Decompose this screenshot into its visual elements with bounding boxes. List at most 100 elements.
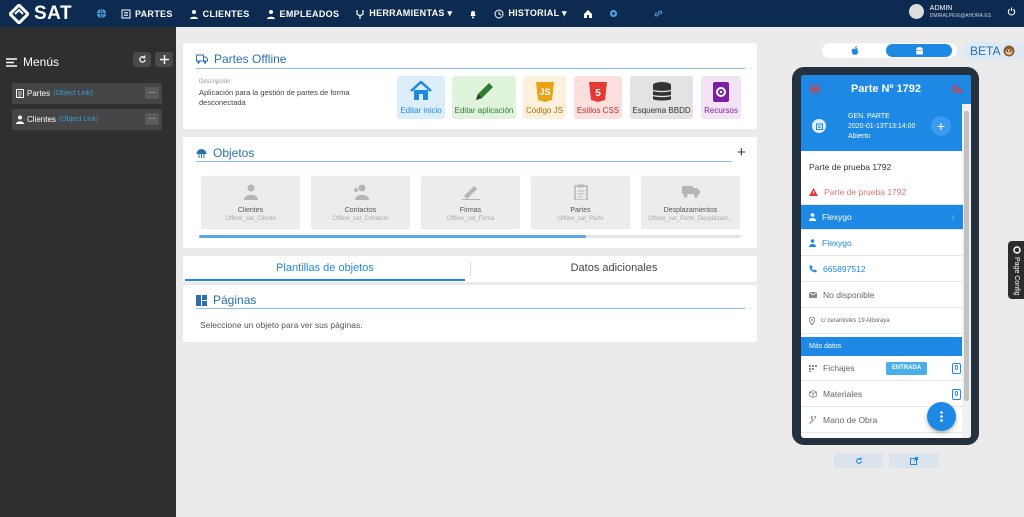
object-card-clientes[interactable]: Clientes Offline_sat_Cliente xyxy=(201,176,300,229)
description-label: Descripción xyxy=(199,79,231,85)
objects-scrollbar-track[interactable] xyxy=(199,235,741,238)
app-logo[interactable]: SAT xyxy=(9,3,72,25)
nav-empleados[interactable]: EMPLEADOS xyxy=(266,9,340,19)
more-options-button[interactable]: ... xyxy=(145,86,159,99)
add-object-button[interactable]: + xyxy=(737,145,746,160)
object-link[interactable]: (Object Link) xyxy=(53,90,93,97)
calendar-icon xyxy=(812,119,826,133)
resources-tile[interactable]: Recursos xyxy=(701,76,741,119)
globe-icon[interactable] xyxy=(96,8,107,19)
settings-icon[interactable] xyxy=(609,9,618,18)
client-row-selected[interactable]: Flexygo › xyxy=(801,205,963,230)
history-icon xyxy=(494,9,504,18)
pages-title: Páginas xyxy=(196,293,256,307)
object-link[interactable]: (Object Link) xyxy=(59,116,99,123)
link-icon[interactable] xyxy=(654,9,663,18)
app-card-title: Partes Offline xyxy=(196,52,286,66)
tile-label: Editar inicio xyxy=(400,106,442,115)
ios-platform-button[interactable] xyxy=(824,44,885,57)
materiales-label: Materiales xyxy=(823,389,863,399)
address-value: c/ ceramistes 19 Alboraya xyxy=(821,318,890,324)
logo-text: SAT xyxy=(34,3,73,24)
tab-templates[interactable]: Plantillas de objetos xyxy=(185,256,465,281)
nav-home[interactable] xyxy=(583,9,593,19)
nav-clientes[interactable]: CLIENTES xyxy=(189,9,250,19)
objects-scrollbar-thumb[interactable] xyxy=(199,235,586,238)
email-row[interactable]: No disponible xyxy=(801,283,963,308)
add-fab[interactable]: + xyxy=(931,116,951,136)
nav-herramientas[interactable]: HERRAMIENTAS ▾ xyxy=(355,8,452,19)
object-card-firmas[interactable]: Firmas Offline_sat_Firma xyxy=(421,176,520,229)
phone-title: Parte Nº 1792 xyxy=(850,83,922,95)
top-navbar: SAT PARTES CLIENTES EMPLEADOS HERRAMIENT… xyxy=(0,0,1024,27)
phone-scrollbar-track[interactable] xyxy=(962,104,971,438)
gear-file-icon xyxy=(712,81,730,105)
page-config-tab[interactable]: Page Config xyxy=(1008,241,1024,299)
back-icon[interactable] xyxy=(951,84,962,94)
edit-home-tile[interactable]: Editar inicio xyxy=(397,76,445,119)
truck-icon xyxy=(196,54,208,64)
power-icon[interactable] xyxy=(1007,7,1016,16)
warning-row: Parte de prueba 1792 xyxy=(801,180,963,205)
user-icon xyxy=(243,184,258,200)
android-icon xyxy=(915,47,923,55)
description-row: Parte de prueba 1792 xyxy=(801,154,963,180)
user-email: DMIRALPEIX@AHORA.ES xyxy=(929,12,991,19)
wrench-icon xyxy=(809,416,817,424)
map-pin-icon xyxy=(809,317,815,325)
sidebar-item-clientes[interactable]: Clientes (Object Link) ... xyxy=(12,109,162,130)
more-actions-fab[interactable] xyxy=(927,402,956,431)
phone-row[interactable]: 665897512 xyxy=(801,257,963,282)
nav-historial[interactable]: HISTORIAL ▾ xyxy=(494,8,567,19)
grid-dots-icon xyxy=(809,364,817,372)
open-external-button[interactable] xyxy=(889,453,939,468)
user-tie-icon xyxy=(266,9,275,19)
menu-icon xyxy=(6,57,17,67)
more-options-button[interactable]: ... xyxy=(145,112,159,125)
gen-label: GEN. PARTE xyxy=(848,113,890,120)
user-menu[interactable]: ADMIN DMIRALPEIX@AHORA.ES xyxy=(908,4,1016,19)
object-card-partes[interactable]: Partes Offline_sat_Parte xyxy=(531,176,630,229)
sidebar-item-label: Partes xyxy=(27,89,51,98)
umbrella-icon xyxy=(196,148,207,158)
fichajes-label: Fichajes xyxy=(823,363,855,373)
apple-icon xyxy=(851,46,858,55)
contact-row[interactable]: Flexygo xyxy=(801,231,963,256)
object-card-desplazamientos[interactable]: Desplazamientos Offline_sat_Parte_Despla… xyxy=(641,176,740,229)
object-title: Partes xyxy=(570,207,591,214)
edit-app-tile[interactable]: Editar aplicación xyxy=(452,76,516,119)
object-title: Clientes xyxy=(237,207,264,214)
phone-scrollbar-thumb[interactable] xyxy=(964,111,969,401)
refresh-button[interactable] xyxy=(133,52,151,67)
db-schema-tile[interactable]: Esquema BBDD xyxy=(630,76,693,119)
nav-notifications[interactable] xyxy=(468,9,478,19)
avatar xyxy=(908,4,924,19)
sidebar-header: Menús xyxy=(6,55,59,69)
sidebar-item-partes[interactable]: Partes (Object Link) ... xyxy=(12,83,162,104)
mano-obra-label: Mano de Obra xyxy=(823,415,878,425)
nav-partes[interactable]: PARTES xyxy=(121,9,173,19)
user-icon xyxy=(809,239,816,247)
description-value: Parte de prueba 1792 xyxy=(809,162,892,172)
reload-preview-button[interactable] xyxy=(834,453,883,468)
css-styles-tile[interactable]: 5 Estilos CSS xyxy=(574,76,622,119)
object-card-contactos[interactable]: Contactos Offline_sat_Contacto xyxy=(311,176,410,229)
bell-icon xyxy=(470,10,477,18)
tab-additional-data[interactable]: Datos adicionales xyxy=(471,256,757,281)
tile-label: Código JS xyxy=(526,106,563,115)
fichajes-row[interactable]: Fichajes ENTRADA 0 xyxy=(801,356,963,381)
android-platform-button[interactable] xyxy=(886,44,952,57)
more-data-header: Más datos xyxy=(801,337,962,356)
divider xyxy=(196,68,745,69)
user-icon xyxy=(189,9,198,19)
add-menu-button[interactable] xyxy=(155,52,173,67)
beta-badge[interactable]: BETA xyxy=(962,42,1024,60)
page-config-label-wrap: Page Config xyxy=(1013,246,1021,296)
js-code-tile[interactable]: JS Código JS xyxy=(523,76,566,119)
object-subtitle: Offline_sat_Contacto xyxy=(332,216,389,222)
entrada-button[interactable]: ENTRADA xyxy=(886,362,927,375)
pages-empty-message: Seleccione un objeto para ver sus página… xyxy=(200,320,363,330)
app-title: Partes Offline xyxy=(214,52,287,66)
tile-label: Recursos xyxy=(704,106,738,115)
address-row[interactable]: c/ ceramistes 19 Alboraya xyxy=(801,309,963,334)
